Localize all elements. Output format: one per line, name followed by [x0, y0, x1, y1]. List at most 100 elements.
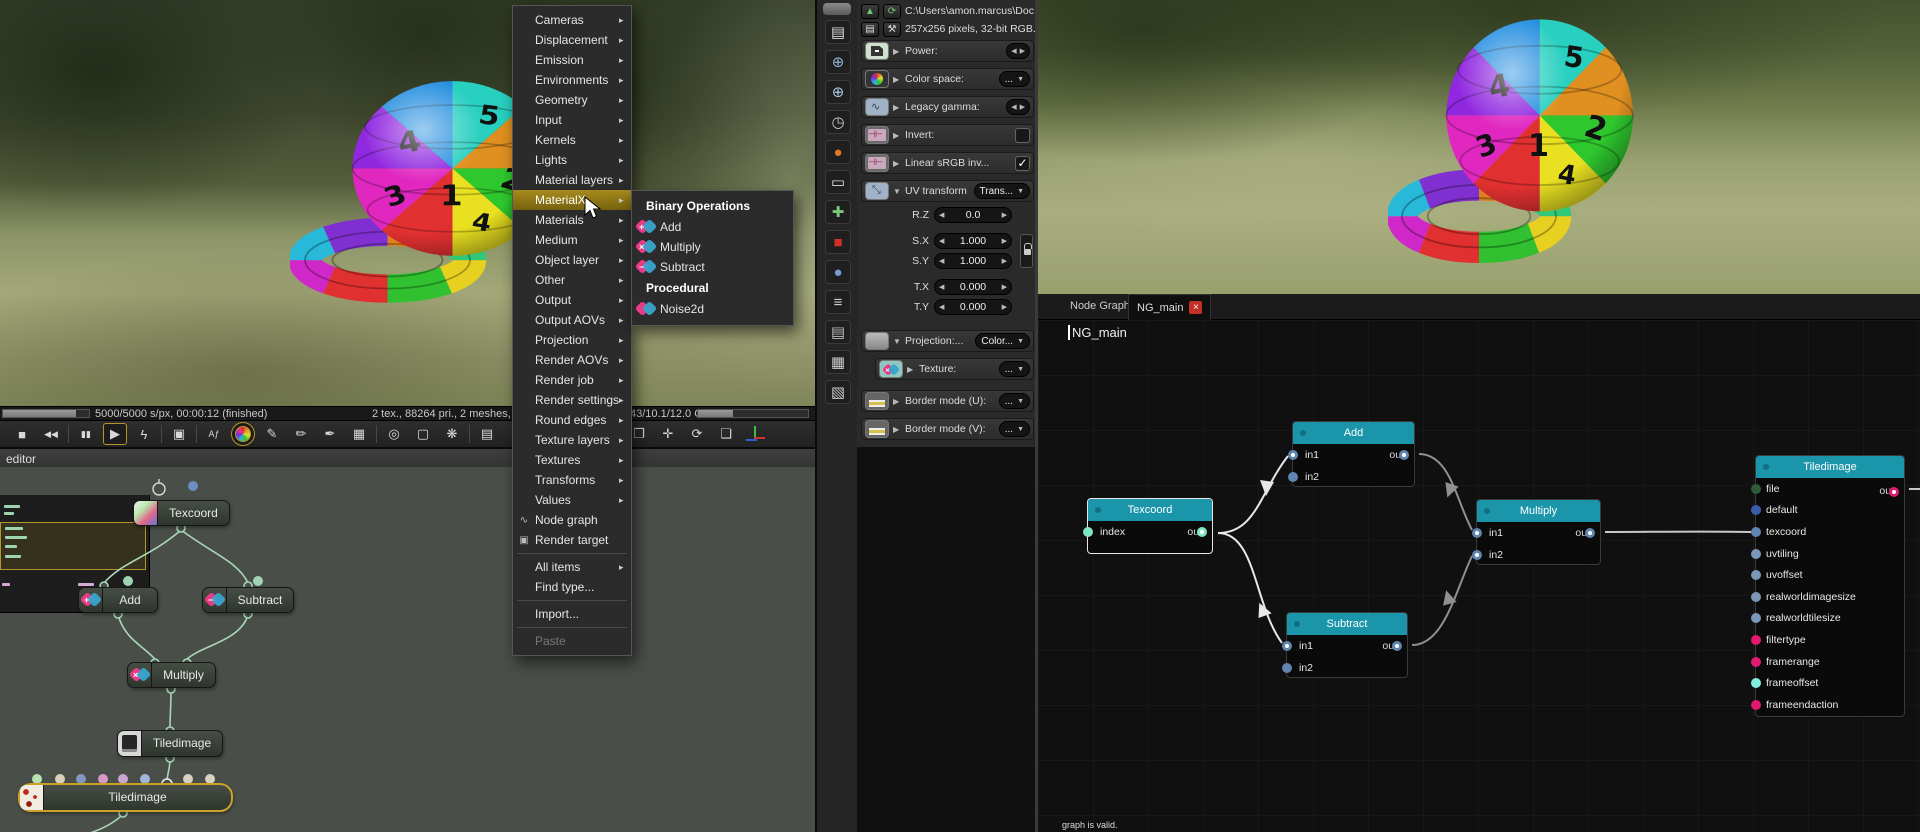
- port-in2[interactable]: in2: [1288, 466, 1414, 488]
- port-dot[interactable]: [1751, 505, 1761, 516]
- sep[interactable]: [68, 425, 69, 443]
- uvoffset[interactable]: uvoffset: [1751, 564, 1904, 586]
- port-dot[interactable]: [1472, 550, 1482, 560]
- prop-row-texture[interactable]: × ▶ Texture: ... ▼: [875, 358, 1034, 380]
- menu-item-render-aovs[interactable]: Render AOVs ▸: [513, 350, 631, 370]
- port-dot[interactable]: [1288, 450, 1298, 460]
- prop-row-border-u[interactable]: ▶ Border mode (U): ... ▼: [861, 390, 1034, 412]
- pencil-icon[interactable]: ✏: [289, 423, 313, 445]
- border-v-dropdown[interactable]: ... ▼: [998, 421, 1030, 437]
- port-dot[interactable]: [1392, 641, 1402, 651]
- port-dot[interactable]: [1585, 528, 1595, 538]
- menu-item-other[interactable]: Other ▸: [513, 270, 631, 290]
- disclosure-icon[interactable]: ▶: [893, 159, 905, 168]
- film-icon[interactable]: ▤: [825, 320, 851, 344]
- images-icon[interactable]: ▤: [825, 20, 851, 44]
- projection-dropdown[interactable]: Color... ▼: [975, 333, 1030, 349]
- realworldtilesize[interactable]: realworldtilesize: [1751, 608, 1904, 630]
- photo2-icon[interactable]: ▧: [825, 380, 851, 404]
- sphere-icon[interactable]: ●: [825, 260, 851, 284]
- burst-icon[interactable]: ❋: [440, 423, 464, 445]
- shader-editor-canvas[interactable]: Texcoord + Add − Subtract × Multiply Til…: [0, 467, 815, 832]
- play-icon[interactable]: ▶: [103, 423, 127, 445]
- graph-node-subtract[interactable]: Subtract in1 in2 out: [1282, 612, 1408, 679]
- port-dot[interactable]: [1751, 699, 1761, 710]
- move-up-button[interactable]: ▲: [861, 3, 879, 19]
- menu-item-import[interactable]: Import...: [513, 604, 631, 624]
- strip-handle[interactable]: [823, 3, 851, 15]
- prop-row-border-v[interactable]: ▶ Border mode (V): ... ▼: [861, 418, 1034, 440]
- menu-item-output[interactable]: Output ▸: [513, 290, 631, 310]
- submenu-item-noise2d[interactable]: Noise2d: [632, 299, 793, 319]
- menu-item-round-edges[interactable]: Round edges ▸: [513, 410, 631, 430]
- disclosure-icon[interactable]: ▶: [893, 75, 905, 84]
- menu-item-render-target[interactable]: ▣ Render target: [513, 530, 631, 550]
- port-out[interactable]: out: [1389, 444, 1409, 466]
- uv-transform-dropdown[interactable]: Trans... ▼: [973, 183, 1030, 199]
- port-dot[interactable]: [1282, 641, 1292, 651]
- prop-row-linear-srgb[interactable]: ▶ Linear sRGB inv... ✓: [861, 152, 1034, 174]
- disclosure-icon[interactable]: ▼: [893, 337, 905, 346]
- editor-node-subtract[interactable]: − Subtract: [202, 587, 294, 613]
- sx-stepper[interactable]: ◀ 1.000 ▶: [934, 233, 1012, 249]
- texture-dropdown[interactable]: ... ▼: [998, 361, 1030, 377]
- display-icon[interactable]: ▣: [167, 423, 191, 445]
- editor-node-tiledimage-selected[interactable]: Tiledimage: [18, 783, 233, 812]
- frameendaction[interactable]: frameendaction: [1751, 694, 1904, 716]
- editor-node-texcoord[interactable]: Texcoord: [133, 500, 230, 526]
- menu-item-geometry[interactable]: Geometry ▸: [513, 90, 631, 110]
- clipboard-icon[interactable]: ▤: [475, 423, 499, 445]
- menu-item-materials[interactable]: Materials ▸: [513, 210, 631, 230]
- zoom-icon[interactable]: ◎: [382, 423, 406, 445]
- stop-icon[interactable]: ■: [10, 423, 34, 445]
- menu-item-output-aovs[interactable]: Output AOVs ▸: [513, 310, 631, 330]
- sep[interactable]: [469, 425, 470, 443]
- history-icon[interactable]: ◷: [825, 110, 851, 134]
- default[interactable]: default: [1751, 500, 1904, 522]
- disclosure-icon[interactable]: ▶: [893, 131, 905, 140]
- port-dot[interactable]: [1751, 634, 1761, 645]
- menu-item-object-layer[interactable]: Object layer ▸: [513, 250, 631, 270]
- graph-node-multiply[interactable]: Multiply in1 in2 out: [1472, 499, 1601, 565]
- border-u-dropdown[interactable]: ... ▼: [998, 393, 1030, 409]
- axes-gizmo-icon[interactable]: [743, 423, 767, 445]
- port-dot[interactable]: [1751, 483, 1761, 494]
- port-dot[interactable]: [1288, 472, 1298, 482]
- submenu-item-multiply[interactable]: × Multiply: [632, 237, 793, 257]
- disclosure-icon[interactable]: ▶: [907, 365, 919, 374]
- port-in2[interactable]: in2: [1282, 657, 1407, 679]
- sep[interactable]: [161, 425, 162, 443]
- sep[interactable]: [196, 425, 197, 443]
- prop-row-projection[interactable]: ▼ Projection:... Color... ▼: [861, 330, 1034, 352]
- port-dot[interactable]: [1751, 591, 1761, 602]
- menu-item-node-graph[interactable]: ∿ Node graph: [513, 510, 631, 530]
- port-dot[interactable]: [1751, 548, 1761, 559]
- render-viewport-right[interactable]: [1038, 0, 1920, 294]
- eyedropper-icon[interactable]: ✎: [260, 423, 284, 445]
- color-space-dropdown[interactable]: ... ▼: [998, 71, 1030, 87]
- menu-item-medium[interactable]: Medium ▸: [513, 230, 631, 250]
- port-dot[interactable]: [1751, 613, 1761, 624]
- submenu-item-subtract[interactable]: − Subtract: [632, 257, 793, 277]
- ty-stepper[interactable]: ◀ 0.000 ▶: [934, 299, 1012, 315]
- prop-row-color-space[interactable]: ▶ Color space: ... ▼: [861, 68, 1034, 90]
- menu-item-cameras[interactable]: Cameras ▸: [513, 10, 631, 30]
- file[interactable]: file: [1751, 478, 1904, 500]
- expand-icon[interactable]: ❏: [714, 423, 738, 445]
- realworldimagesize[interactable]: realworldimagesize: [1751, 586, 1904, 608]
- flash-icon[interactable]: ϟ: [132, 423, 156, 445]
- port-out[interactable]: out: [1187, 521, 1207, 543]
- menu-item-displacement[interactable]: Displacement ▸: [513, 30, 631, 50]
- drop-icon[interactable]: ●: [825, 140, 851, 164]
- node-graph-canvas[interactable]: NG_main graph is valid. Texcoord index o…: [1038, 320, 1920, 832]
- sequence-button[interactable]: ▤: [861, 21, 879, 37]
- graph-node-add[interactable]: Add in1 in2 out: [1288, 421, 1415, 488]
- colorwheel-icon[interactable]: [235, 426, 251, 442]
- prop-row-invert[interactable]: ▶ Invert:: [861, 124, 1034, 146]
- pause-icon[interactable]: ▮▮: [74, 423, 98, 445]
- sy-stepper[interactable]: ◀ 1.000 ▶: [934, 253, 1012, 269]
- prop-row-uv-transform[interactable]: ▼ UV transform Trans...▼: [861, 180, 1034, 202]
- menu-item-kernels[interactable]: Kernels ▸: [513, 130, 631, 150]
- port-dot[interactable]: [1751, 570, 1761, 581]
- graph-node-texcoord[interactable]: Texcoord index out: [1083, 498, 1213, 554]
